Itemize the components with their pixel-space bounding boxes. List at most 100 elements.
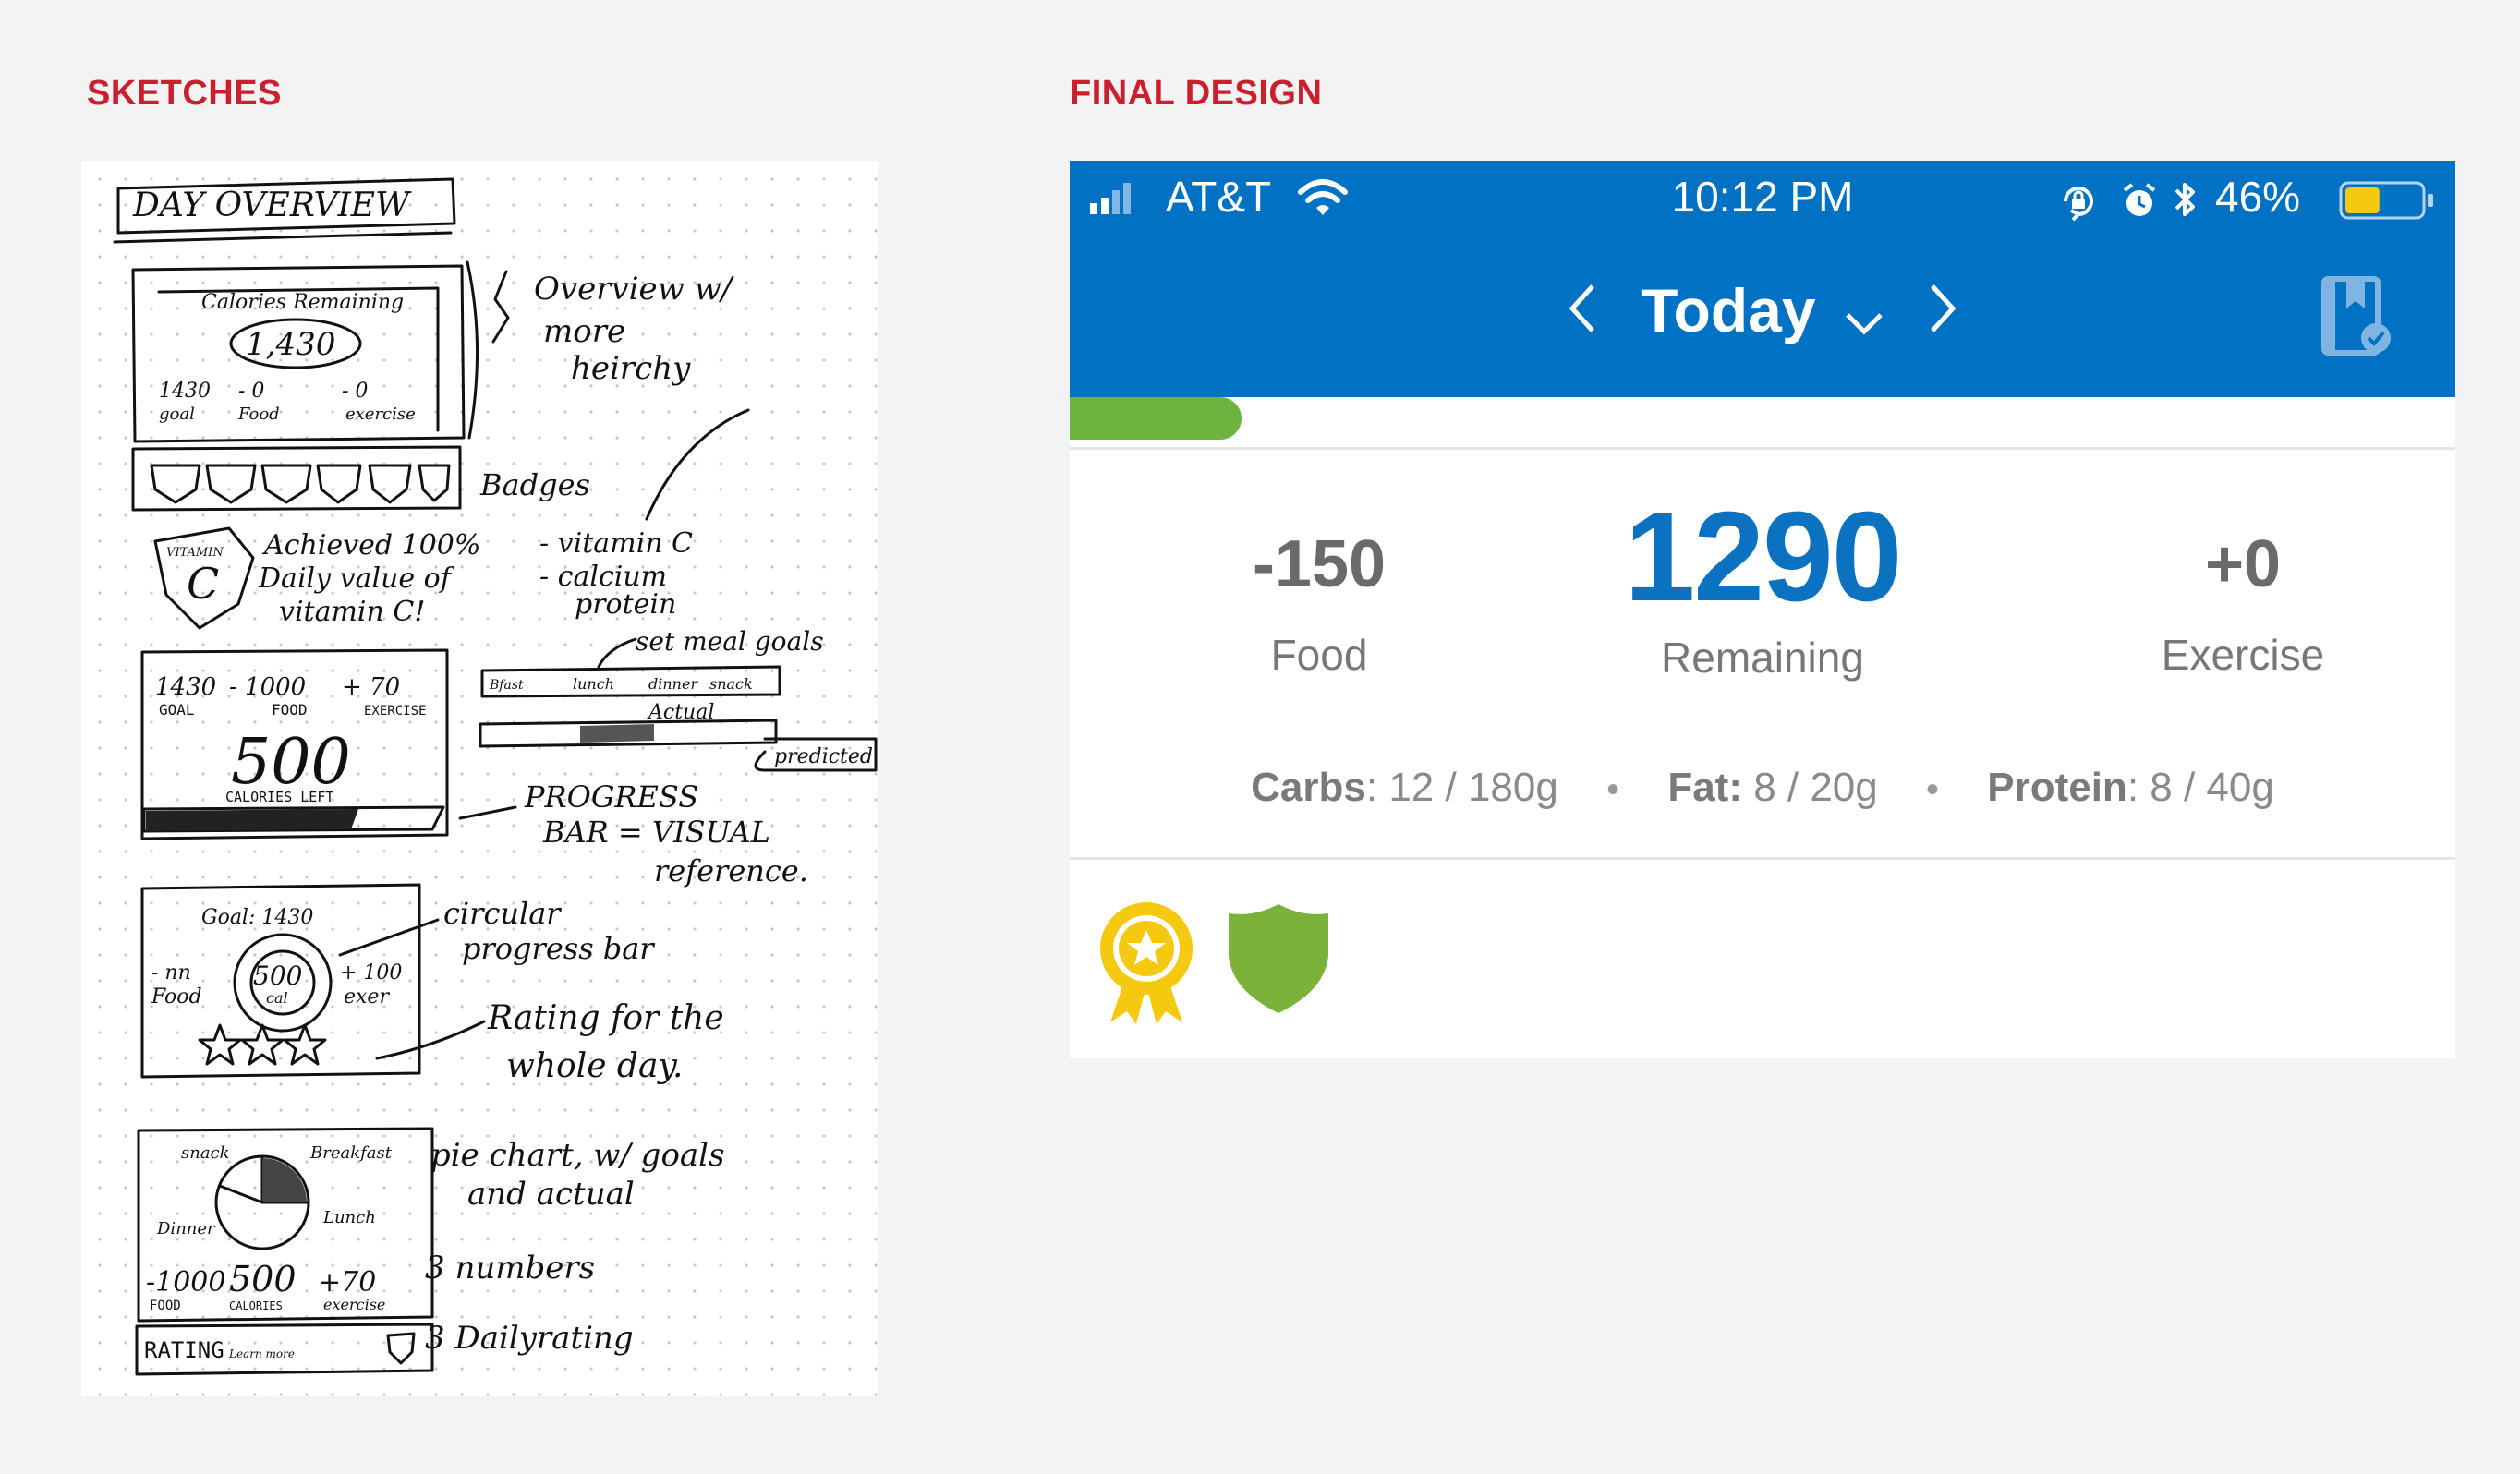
- sketch4-dinner: Dinner: [156, 1219, 216, 1238]
- sketch-note-hierarchy: heirchy: [571, 350, 691, 387]
- sketch2-exercise-label: EXERCISE: [364, 704, 426, 719]
- macros-summary: Carbs: 12 / 180g • Fat: 8 / 20g • Protei…: [1070, 765, 2455, 811]
- sketch-exercise: - 0: [342, 380, 368, 403]
- separator-dot: •: [1606, 768, 1620, 810]
- protein-macro: Protein: 8 / 40g: [1987, 765, 2274, 810]
- sketch4-breakfast: Breakfast: [309, 1143, 393, 1163]
- exercise-label: Exercise: [2161, 631, 2325, 679]
- remaining-label: Remaining: [1661, 634, 1864, 682]
- sketch4-rating-note: 3 Dailyrating: [425, 1320, 634, 1357]
- sketch2-reference: reference.: [654, 853, 808, 888]
- sketch4-pie-note: pie chart, w/ goals: [430, 1137, 725, 1174]
- sketch-title: DAY OVERVIEW: [132, 187, 412, 224]
- protein-value: : 8 / 40g: [2126, 765, 2274, 810]
- sketch2-goal-label: GOAL: [159, 701, 195, 719]
- sketch2-food-label: FOOD: [272, 701, 308, 719]
- sketch-note-more: more: [543, 313, 625, 350]
- food-value: -150: [1252, 527, 1387, 601]
- sketch2-bar-bfast: Bfast: [489, 678, 524, 693]
- sketch-achieved-3: vitamin C!: [279, 596, 425, 628]
- sketch4-exercise: +70: [318, 1266, 376, 1299]
- sketch-cal-remaining-value: 1,430: [246, 326, 335, 363]
- sketch-list-vitc: - vitamin C: [539, 527, 693, 560]
- sketch2-bar-visual: BAR = VISUAL: [542, 815, 770, 850]
- fat-label: Fat:: [1667, 765, 1742, 810]
- sketch2-bar-lunch: lunch: [573, 675, 614, 693]
- sketch4-rating-sub: Learn more: [228, 1347, 295, 1360]
- badges-row: [1070, 857, 2455, 1058]
- sketch3-circular: circular: [443, 896, 562, 931]
- shield-badge-icon[interactable]: [1225, 900, 1332, 1020]
- sketch4-food-label: FOOD: [150, 1299, 181, 1313]
- date-title: Today: [1641, 276, 1816, 344]
- sketch-achieved-1: Achieved 100%: [261, 529, 480, 562]
- sketch3-goal: Goal: 1430: [201, 906, 313, 929]
- sketch4-numbers-note: 3 numbers: [425, 1250, 595, 1287]
- bluetooth-icon: [2173, 177, 2199, 226]
- sketch4-rating: RATING: [144, 1337, 224, 1363]
- sketch3-food: - nn: [151, 961, 191, 985]
- sketch-food: - 0: [238, 380, 264, 403]
- sketch2-predicted: predicted: [774, 745, 873, 768]
- carbs-label: Carbs: [1251, 765, 1366, 810]
- sketch-list-protein: protein: [575, 588, 676, 621]
- final-design-heading: FINAL DESIGN: [1070, 74, 1323, 113]
- sketch4-cal-label: CALORIES: [229, 1299, 283, 1312]
- sketches-heading: SKETCHES: [87, 74, 282, 113]
- fat-macro: Fat: 8 / 20g: [1667, 765, 1877, 810]
- calorie-progress-bar: [1070, 397, 2455, 450]
- fat-value: 8 / 20g: [1741, 765, 1878, 810]
- battery-percent: 46%: [2215, 173, 2301, 221]
- protein-label: Protein: [1987, 765, 2127, 810]
- sketch4-lunch: Lunch: [322, 1208, 376, 1227]
- sketch-goal: 1430: [159, 380, 211, 403]
- separator-dot: •: [1925, 768, 1939, 810]
- sketch2-bar-snack: snack: [709, 675, 753, 693]
- final-design-phone: AT&T 10:12 PM 46% Today -150 Food 1290 R…: [1070, 161, 2455, 1058]
- saved-meals-icon[interactable]: [2319, 275, 2394, 363]
- exercise-value: +0: [2204, 527, 2282, 601]
- app-header: AT&T 10:12 PM 46% Today: [1070, 161, 2455, 397]
- remaining-value: 1290: [1624, 486, 1903, 628]
- sketch-food-label: Food: [237, 405, 280, 424]
- sketch-drawing: DAY OVERVIEW Calories Remaining 1,430 14…: [113, 177, 878, 1376]
- sketch2-progress: PROGRESS: [524, 779, 698, 815]
- sketch-panel: DAY OVERVIEW Calories Remaining 1,430 14…: [81, 161, 878, 1396]
- sketch3-center-label: cal: [266, 989, 288, 1007]
- sketch4-food: -1000: [146, 1266, 225, 1299]
- calorie-progress-fill: [1070, 397, 1242, 440]
- sketch-goal-label: goal: [159, 405, 195, 424]
- sketch-badges-label: Badges: [479, 467, 590, 502]
- sketch3-rating: Rating for the: [487, 999, 724, 1037]
- sketch3-stars: [198, 1023, 327, 1066]
- sketch3-whole-day: whole day.: [506, 1047, 683, 1085]
- sketch3-food-label: Food: [151, 985, 202, 1009]
- food-label: Food: [1270, 631, 1368, 679]
- sketch2-exercise: + 70: [342, 673, 400, 701]
- award-ribbon-icon[interactable]: [1097, 900, 1195, 1031]
- sketch-exercise-label: exercise: [345, 405, 416, 424]
- carbs-macro: Carbs: 12 / 180g: [1251, 765, 1558, 810]
- sketch3-center: 500: [253, 961, 302, 991]
- remaining-stat: 1290 Remaining: [1569, 484, 1957, 683]
- battery-icon: [2339, 181, 2435, 224]
- sketch-achieved-2: Daily value of: [258, 562, 455, 595]
- sketch2-food: - 1000: [229, 673, 306, 701]
- sketch4-snack: snack: [181, 1143, 230, 1163]
- sketch-cal-remaining-label: Calories Remaining: [201, 291, 404, 314]
- rotation-lock-icon: [2058, 181, 2099, 226]
- sketch3-progress-bar: progress bar: [462, 931, 655, 966]
- sketch-badge-text: VITAMIN: [166, 546, 224, 560]
- sketch4-goals-note: and actual: [467, 1176, 635, 1213]
- sketch4-cal: 500: [229, 1259, 297, 1299]
- alarm-icon: [2121, 181, 2158, 226]
- chevron-down-icon: [1844, 281, 1884, 351]
- sketch2-bar-dinner: dinner: [648, 675, 698, 693]
- sketch-badge-row: [150, 464, 451, 504]
- sketch3-exercise-label: exer: [344, 985, 390, 1009]
- date-selector[interactable]: Today: [1070, 275, 2455, 351]
- food-stat: -150 Food: [1171, 526, 1467, 680]
- next-day-arrow[interactable]: [1923, 281, 1960, 341]
- sketch4-exercise-label: exercise: [323, 1296, 385, 1313]
- sketch-badge-c: C: [187, 559, 219, 609]
